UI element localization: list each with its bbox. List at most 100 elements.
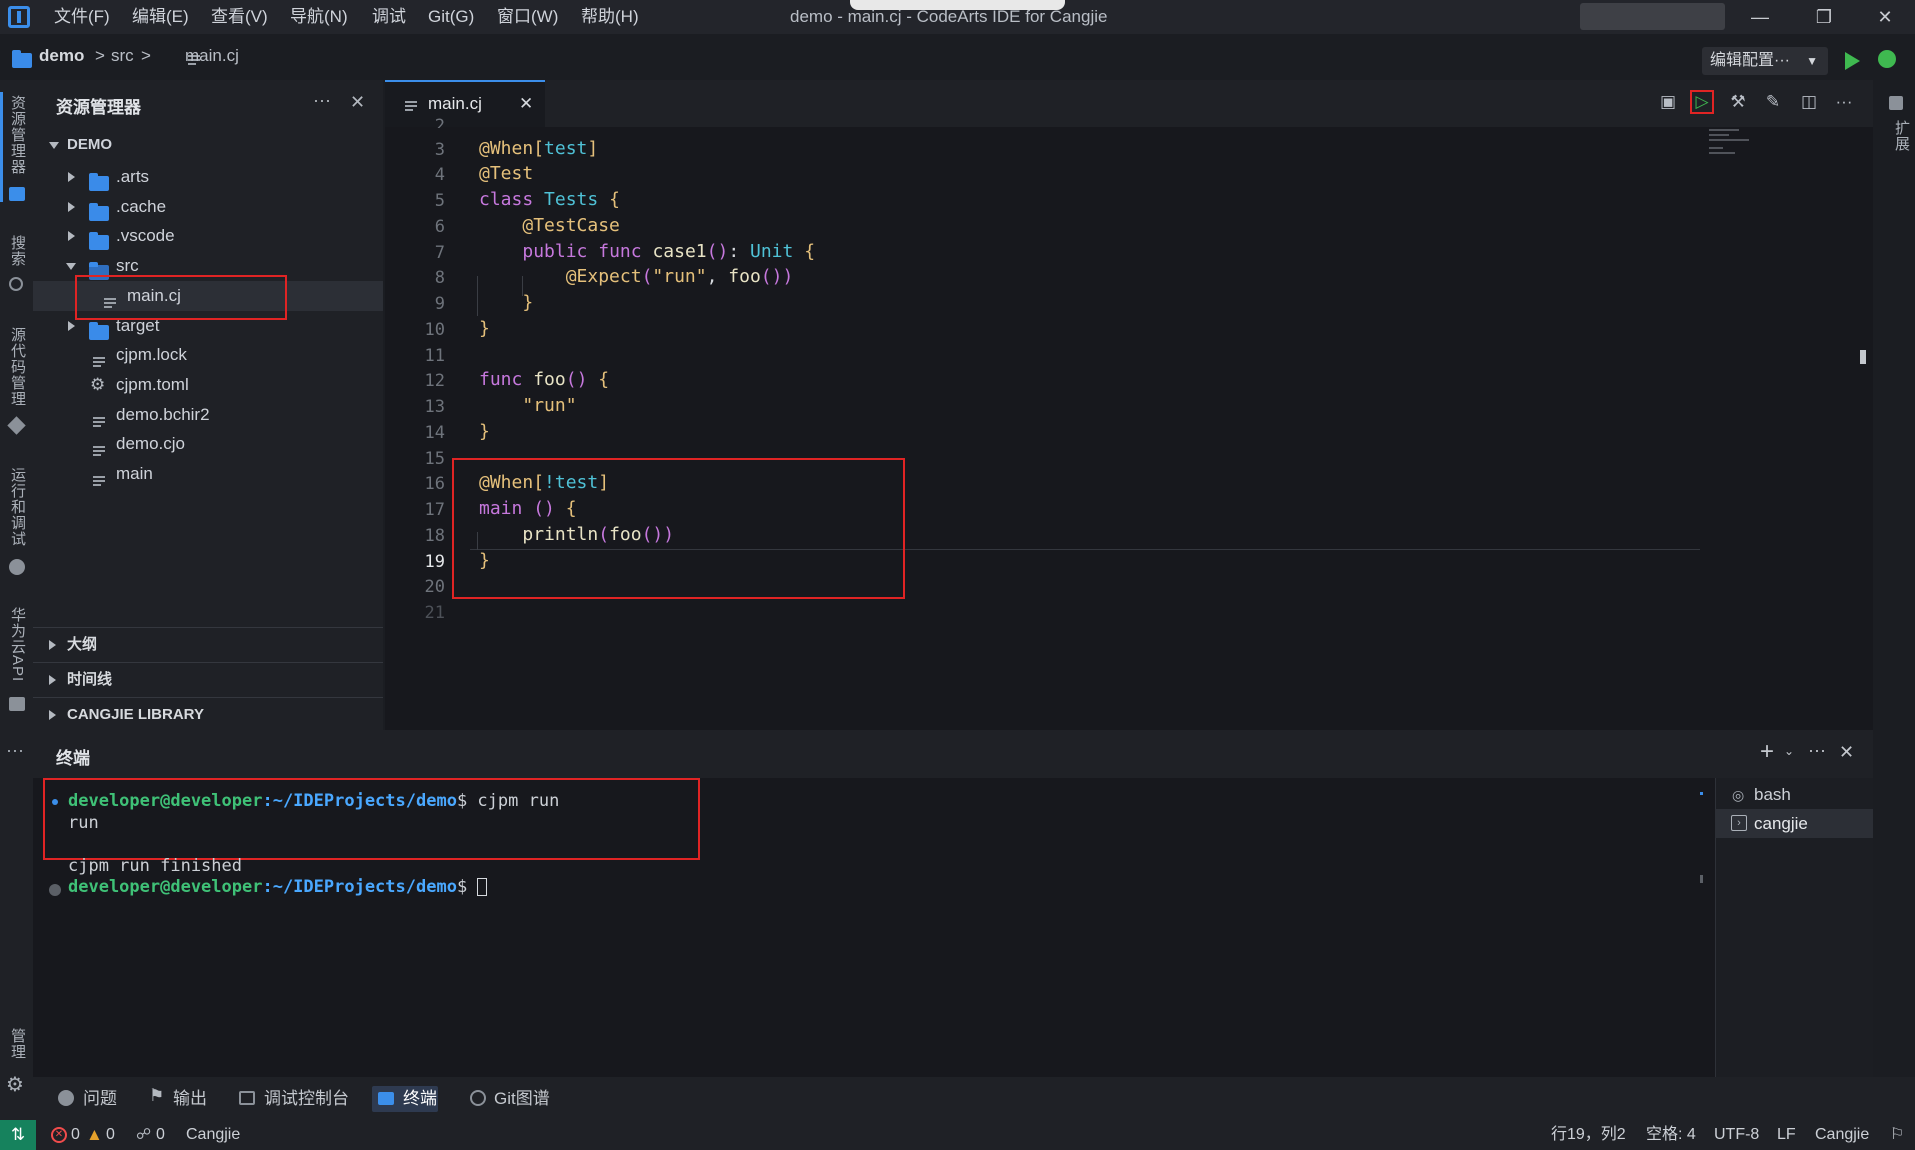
menu-file[interactable]: 文件(F): [54, 0, 110, 34]
code-line[interactable]: }: [479, 318, 490, 339]
run-icon[interactable]: [1845, 52, 1860, 70]
scrollbar-marker[interactable]: [1860, 350, 1866, 364]
status-indentation[interactable]: 空格: 4: [1646, 1120, 1696, 1150]
tab-git-graph[interactable]: Git图谱: [494, 1086, 550, 1112]
tree-item-main[interactable]: main: [33, 459, 383, 489]
close-window-icon[interactable]: ✕: [1855, 0, 1915, 34]
more-actions-icon[interactable]: ···: [1834, 92, 1854, 112]
menu-navigate[interactable]: 导航(N): [290, 0, 348, 34]
build-hammer-icon[interactable]: ⚒: [1728, 92, 1748, 112]
status-eol[interactable]: LF: [1777, 1120, 1796, 1150]
bug-icon[interactable]: [9, 559, 25, 575]
code-line[interactable]: class Tests {: [479, 189, 620, 210]
terminal-item-bash[interactable]: ◎ bash: [1715, 781, 1873, 809]
code-line[interactable]: }: [479, 292, 533, 313]
folder-icon: [89, 173, 109, 191]
tab-output[interactable]: 输出: [173, 1086, 207, 1112]
tab-terminal[interactable]: 终端: [403, 1086, 437, 1112]
status-ports[interactable]: 0: [156, 1120, 165, 1150]
split-editor-icon[interactable]: ◫: [1799, 92, 1819, 112]
terminal-line-2: developer@developer:~/IDEProjects/demo$: [68, 877, 488, 897]
chevron-right-icon: [68, 172, 75, 182]
extensions-icon[interactable]: [1889, 96, 1903, 110]
edit-pencil-icon[interactable]: ✎: [1763, 92, 1783, 112]
activity-extensions[interactable]: 扩展: [1890, 120, 1912, 152]
minimize-icon[interactable]: —: [1730, 0, 1790, 34]
section-outline[interactable]: 大纲: [33, 627, 383, 661]
menu-view[interactable]: 查看(V): [211, 0, 268, 34]
chevron-down-icon[interactable]: ⌄: [1784, 744, 1794, 758]
status-errors[interactable]: 0: [71, 1120, 80, 1150]
line-number: 15: [424, 449, 445, 469]
code-line[interactable]: @Test: [479, 163, 533, 184]
section-cangjie-library[interactable]: CANGJIE LIBRARY: [33, 697, 383, 731]
minimap[interactable]: [1709, 126, 1759, 176]
status-language-server[interactable]: Cangjie: [186, 1120, 240, 1150]
screen-notch: [850, 0, 1065, 10]
notifications-icon[interactable]: ⚐: [1890, 1120, 1904, 1150]
code-line[interactable]: @When[test]: [479, 138, 598, 159]
activity-source-control[interactable]: 源代码管理: [6, 327, 28, 407]
tree-item-demo-cjo[interactable]: demo.cjo: [33, 429, 383, 459]
api-icon[interactable]: [9, 697, 25, 711]
code-line[interactable]: func foo() {: [479, 369, 609, 390]
section-timeline[interactable]: 时间线: [33, 662, 383, 696]
tree-item-cjpm-lock[interactable]: cjpm.lock: [33, 340, 383, 370]
section-label: 大纲: [67, 636, 98, 653]
breadcrumb-folder[interactable]: src: [111, 46, 134, 66]
code-line[interactable]: @Expect("run", foo()): [479, 266, 794, 287]
explorer-icon[interactable]: [9, 187, 25, 201]
edit-configuration-dropdown[interactable]: 编辑配置··· ▼: [1702, 47, 1828, 75]
more-icon[interactable]: ···: [6, 740, 24, 761]
breadcrumb-project[interactable]: demo: [39, 46, 84, 66]
restore-icon[interactable]: ❐: [1794, 0, 1854, 34]
run-file-icon[interactable]: ▷: [1690, 90, 1714, 114]
terminal-item-cangjie[interactable]: › cangjie: [1715, 809, 1873, 838]
tree-item-vscode[interactable]: .vscode: [33, 221, 383, 251]
activity-run-debug[interactable]: 运行和调试: [6, 467, 28, 547]
status-language-mode[interactable]: Cangjie: [1815, 1120, 1869, 1150]
code-line[interactable]: "run": [479, 395, 576, 416]
close-icon[interactable]: ✕: [350, 92, 365, 113]
preview-icon[interactable]: ▣: [1658, 92, 1678, 112]
more-actions-icon[interactable]: ···: [313, 90, 331, 111]
tab-problems[interactable]: 问题: [83, 1086, 117, 1112]
code-line[interactable]: }: [479, 421, 490, 442]
ports-icon: ☍: [136, 1126, 152, 1143]
status-cursor-position[interactable]: 行19，列2: [1551, 1120, 1626, 1150]
activity-search[interactable]: 搜索: [6, 235, 28, 267]
status-warnings[interactable]: 0: [106, 1120, 115, 1150]
close-icon[interactable]: ✕: [519, 94, 533, 114]
code-line[interactable]: @TestCase: [479, 215, 620, 236]
debug-icon[interactable]: [1878, 50, 1896, 68]
more-actions-icon[interactable]: ···: [1808, 740, 1826, 761]
tree-root[interactable]: DEMO: [33, 130, 383, 160]
tree-item-arts[interactable]: .arts: [33, 162, 383, 192]
menu-window[interactable]: 窗口(W): [497, 0, 558, 34]
tree-item-target[interactable]: target: [33, 311, 383, 341]
indent-guide: [522, 276, 523, 296]
account-area[interactable]: [1580, 3, 1725, 30]
activity-explorer[interactable]: 资源管理器: [6, 95, 28, 175]
breadcrumb-file[interactable]: main.cj: [185, 46, 239, 66]
menu-debug[interactable]: 调试: [372, 0, 406, 34]
tree-item-cache[interactable]: .cache: [33, 192, 383, 222]
terminal-icon: [378, 1092, 394, 1105]
remote-icon[interactable]: ⇅: [0, 1120, 36, 1150]
gear-icon[interactable]: ⚙: [6, 1072, 24, 1097]
add-terminal-icon[interactable]: +: [1760, 738, 1774, 766]
menu-edit[interactable]: 编辑(E): [132, 0, 189, 34]
code-line[interactable]: public func case1(): Unit {: [479, 241, 815, 262]
status-encoding[interactable]: UTF-8: [1714, 1120, 1759, 1150]
search-icon[interactable]: [9, 277, 23, 291]
menu-git[interactable]: Git(G): [428, 0, 474, 34]
activity-manage[interactable]: 管理: [6, 1028, 28, 1060]
close-panel-icon[interactable]: ✕: [1839, 742, 1854, 763]
command-pending-dot: [49, 884, 61, 896]
line-number: 18: [424, 526, 445, 546]
tab-debug-console[interactable]: 调试控制台: [264, 1086, 349, 1112]
tree-item-demo-bchir2[interactable]: demo.bchir2: [33, 400, 383, 430]
tree-item-cjpm-toml[interactable]: ⚙ cjpm.toml: [33, 370, 383, 400]
activity-huawei-api[interactable]: 华为云API: [6, 607, 28, 682]
menu-help[interactable]: 帮助(H): [581, 0, 639, 34]
